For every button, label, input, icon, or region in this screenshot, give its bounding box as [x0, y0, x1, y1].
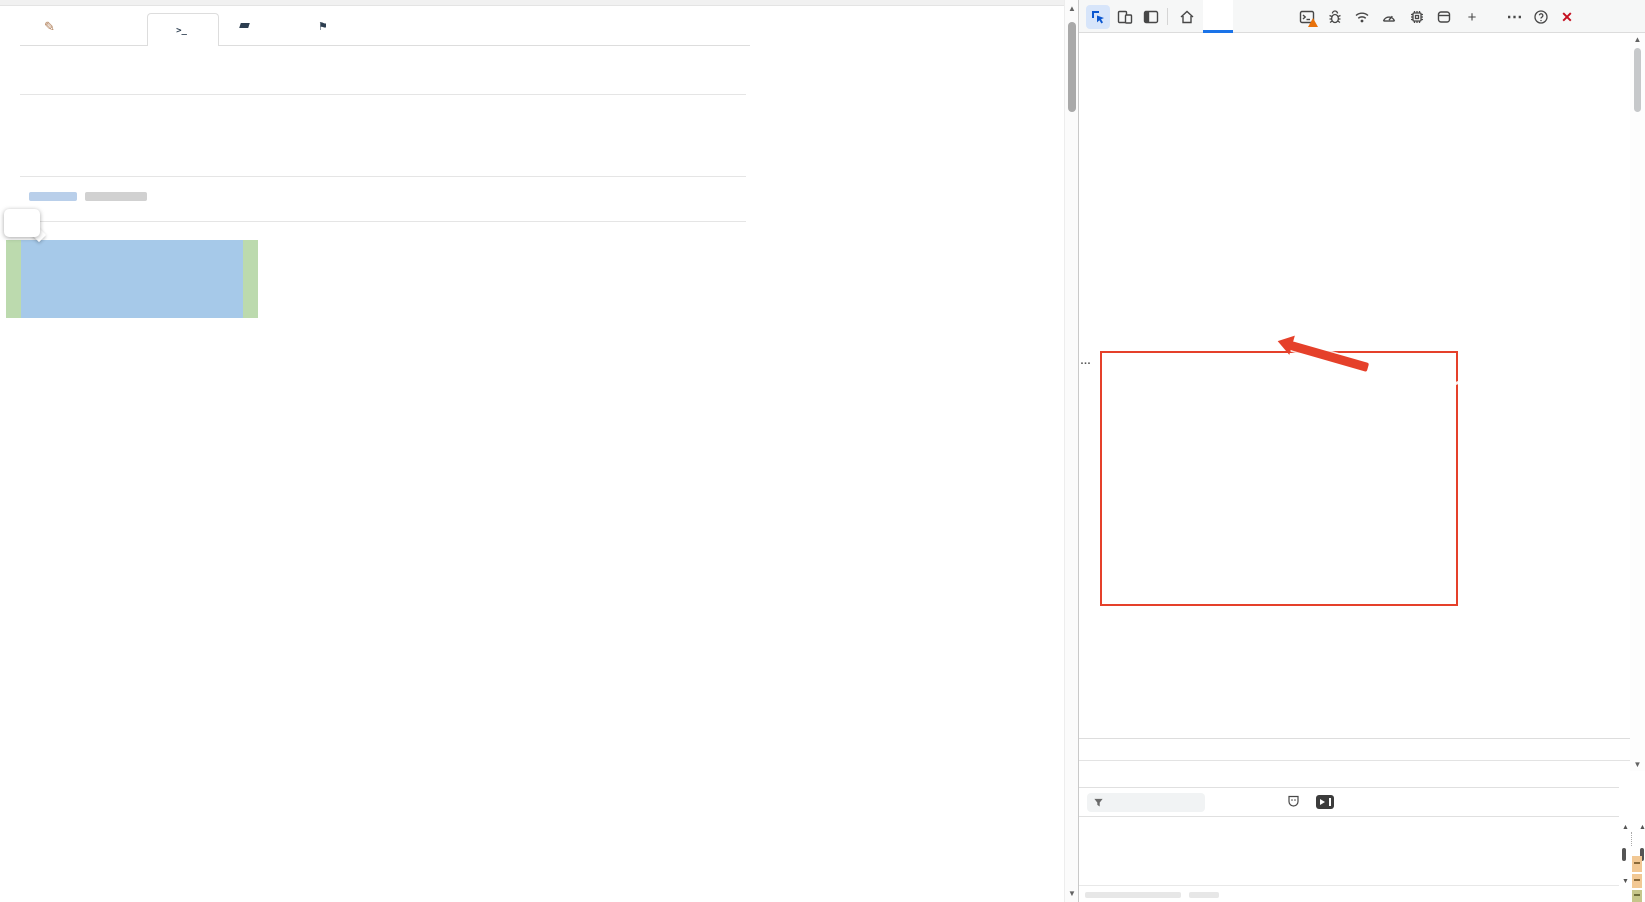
obscured-text — [85, 192, 147, 201]
obscured-link-text — [29, 192, 77, 201]
breadcrumb — [1079, 738, 1645, 760]
scroll-up-icon[interactable]: ▲ — [1622, 824, 1629, 831]
rule-divider — [1079, 885, 1619, 886]
performance-icon[interactable] — [1377, 5, 1401, 29]
panel-layout-icon[interactable] — [1139, 5, 1163, 29]
scroll-down-icon[interactable]: ▼ — [1622, 878, 1629, 885]
node-menu-dots[interactable]: … — [1080, 355, 1091, 367]
flag-icon: ⚑ — [318, 21, 328, 33]
close-icon[interactable]: ✕ — [1555, 5, 1579, 29]
brush-icon: ✎ — [44, 19, 55, 34]
clipped-rule-text — [1189, 892, 1219, 898]
ruler-mark — [1632, 874, 1642, 888]
highlight-content-box — [21, 240, 243, 318]
nav-border — [20, 45, 750, 46]
dom-tree — [1079, 33, 1632, 771]
console-icon[interactable] — [1295, 5, 1319, 29]
ruler-dotted-line — [1631, 832, 1642, 846]
toolbar-divider — [1167, 8, 1168, 25]
highlight-padding-left — [6, 240, 21, 318]
domtree-scrollbar[interactable]: ▲ ▼ — [1630, 33, 1645, 771]
clipped-rule-text — [1085, 892, 1181, 898]
tab-elements[interactable] — [1203, 0, 1233, 33]
scroll-down-icon[interactable]: ▼ — [1630, 760, 1645, 769]
hint-line — [20, 191, 151, 203]
scroll-up-icon[interactable]: ▲ — [1630, 35, 1645, 44]
styles-rules — [1079, 818, 1619, 902]
nav-tab-sandbox[interactable]: >_ — [147, 13, 219, 46]
computed-sidebar-toggle-icon[interactable] — [1316, 795, 1334, 809]
browser-page: ✎ >_ ⚑ — [0, 0, 1064, 902]
divider — [20, 176, 746, 177]
scroll-up-icon[interactable]: ▲ — [1639, 824, 1645, 831]
add-tab-icon[interactable]: + — [1460, 5, 1484, 29]
domtree-scrollbar-thumb[interactable] — [1634, 48, 1641, 112]
page-title — [20, 52, 28, 83]
filter-input[interactable] — [1109, 796, 1199, 808]
styles-panel-tabs — [1079, 760, 1645, 787]
nav-link-brand[interactable]: ✎ — [44, 19, 59, 35]
styles-filter[interactable] — [1087, 793, 1205, 812]
cpu-icon[interactable] — [1405, 5, 1429, 29]
network-conditions-icon[interactable] — [1350, 5, 1374, 29]
screenshot-root: ✎ >_ ⚑ ▲ ▼ — [0, 0, 1645, 902]
devtools-toolbar: + ⋯ ✕ — [1079, 0, 1645, 33]
site-nav: ✎ >_ ⚑ — [0, 6, 1064, 40]
help-icon[interactable] — [1529, 5, 1553, 29]
nav-link-faq[interactable]: ⚑ — [318, 19, 332, 33]
divider — [20, 94, 746, 95]
ruler-mark — [1632, 856, 1642, 872]
divider — [20, 221, 746, 222]
styles-filter-bar — [1079, 787, 1619, 817]
scroll-down-icon[interactable]: ▼ — [1065, 889, 1079, 898]
filter-funnel-icon — [1093, 797, 1104, 808]
styles-overview-ruler: ▲ ▲ ▼ — [1620, 822, 1645, 902]
page-scrollbar-thumb[interactable] — [1068, 22, 1076, 112]
storage-icon[interactable] — [1432, 5, 1456, 29]
inspect-tooltip — [4, 209, 40, 237]
rendering-badge-icon[interactable] — [1287, 795, 1300, 809]
home-icon[interactable] — [1175, 5, 1199, 29]
ruler-mark — [1632, 890, 1642, 902]
nav-link-lessons[interactable] — [240, 19, 253, 33]
warning-badge-icon — [1308, 18, 1318, 27]
page-scrollbar[interactable]: ▲ ▼ — [1064, 0, 1078, 902]
device-emulation-icon[interactable] — [1113, 5, 1137, 29]
scroll-up-icon[interactable]: ▲ — [1065, 4, 1079, 13]
highlight-padding-right — [243, 240, 258, 318]
bug-icon[interactable] — [1323, 5, 1347, 29]
scrollbar-thumb[interactable] — [1622, 848, 1626, 861]
more-options-icon[interactable]: ⋯ — [1503, 5, 1527, 29]
inspect-icon[interactable] — [1086, 5, 1110, 29]
devtools-panel: + ⋯ ✕ — [1078, 0, 1645, 902]
terminal-icon: >_ — [176, 26, 187, 36]
graduation-cap-icon — [239, 23, 250, 28]
